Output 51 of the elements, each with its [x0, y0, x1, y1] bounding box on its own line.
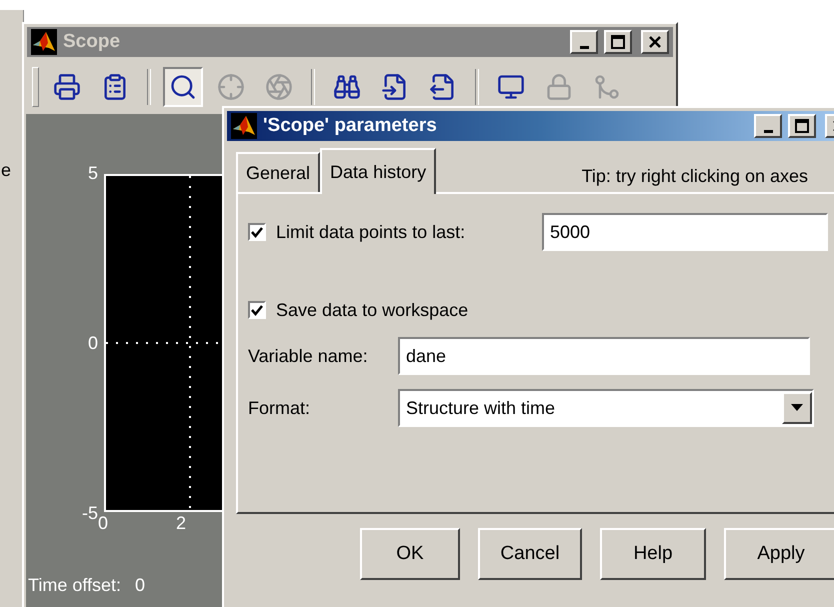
merge-icon — [593, 73, 621, 101]
checkbox-label: Save data to workspace — [276, 300, 468, 320]
check-icon — [251, 226, 263, 238]
toolbar-button[interactable] — [163, 67, 203, 107]
y-tick-label: 0 — [88, 332, 98, 354]
y-tick-label: 5 — [88, 162, 98, 184]
matlab-logo-icon — [31, 29, 57, 55]
minimize-icon — [764, 130, 772, 132]
window-text: e — [1, 160, 12, 180]
search-icon — [169, 73, 197, 101]
y-tick-label: -5 — [82, 502, 98, 524]
close-button[interactable] — [641, 30, 669, 54]
lock-icon — [545, 73, 573, 101]
input-field[interactable]: 5000 — [542, 213, 828, 251]
tab[interactable]: General — [236, 152, 320, 192]
binoculars-icon — [333, 73, 361, 101]
minimize-button[interactable] — [570, 30, 598, 54]
matlab-logo-icon — [231, 113, 257, 139]
maximize-button[interactable] — [788, 114, 816, 138]
caret-icon — [791, 404, 803, 412]
time-offset-value: 0 — [135, 574, 146, 596]
close-icon — [648, 35, 662, 49]
checkbox-label: Limit data points to last: — [276, 222, 466, 242]
minimize-icon — [580, 46, 588, 48]
maximize-button[interactable] — [604, 30, 632, 54]
maximize-icon — [795, 119, 809, 133]
maximize-icon — [611, 35, 625, 49]
check-icon — [251, 304, 263, 316]
checkbox[interactable] — [248, 301, 266, 319]
time-offset-label: Time offset: — [28, 574, 122, 596]
dialog-button[interactable]: Cancel — [478, 528, 582, 580]
dropdown[interactable]: Structure with time — [398, 389, 814, 427]
checkbox[interactable] — [248, 223, 266, 241]
x-tick-label: 2 — [176, 512, 186, 535]
window-title: Scope — [63, 31, 122, 53]
dialog-button[interactable]: Help — [600, 528, 706, 580]
tip-text: Tip: try right clicking on axes — [582, 166, 808, 186]
crosshair-icon — [217, 73, 245, 101]
field-label: Variable name: — [248, 346, 369, 366]
monitor-icon — [497, 73, 525, 101]
field-label: Format: — [248, 398, 312, 418]
toolbar-grip[interactable] — [32, 67, 39, 107]
dialog-button[interactable]: OK — [360, 528, 460, 580]
dialog-button[interactable]: Apply — [724, 528, 834, 580]
x-tick-label: 0 — [98, 512, 108, 535]
minimize-button[interactable] — [754, 114, 782, 138]
window-title: 'Scope' parameters — [263, 115, 438, 137]
input-field[interactable]: dane — [398, 337, 810, 375]
tab[interactable]: Data history — [320, 148, 436, 194]
printer-icon — [53, 73, 81, 101]
aperture-icon — [265, 73, 293, 101]
